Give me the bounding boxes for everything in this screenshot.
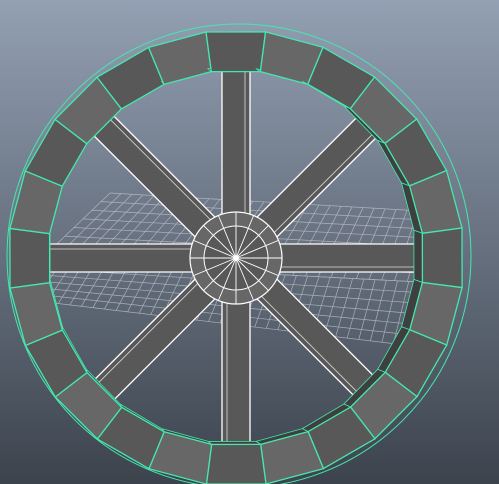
spoke — [41, 243, 197, 273]
spoke — [275, 243, 431, 273]
wheel-hub[interactable] — [189, 211, 283, 305]
spoke-face — [41, 243, 197, 273]
rim-segment — [205, 443, 267, 484]
spoke — [221, 63, 251, 219]
hub-center — [233, 255, 239, 261]
spoke-face — [221, 297, 251, 453]
rim-segment — [9, 227, 51, 289]
3d-viewport[interactable] — [0, 0, 499, 484]
spoke — [221, 297, 251, 453]
spoke-face — [221, 63, 251, 219]
spoke-face — [275, 243, 431, 273]
rim-segment — [421, 227, 463, 289]
rim-segment — [205, 31, 267, 73]
rim-inner-face — [413, 229, 423, 283]
